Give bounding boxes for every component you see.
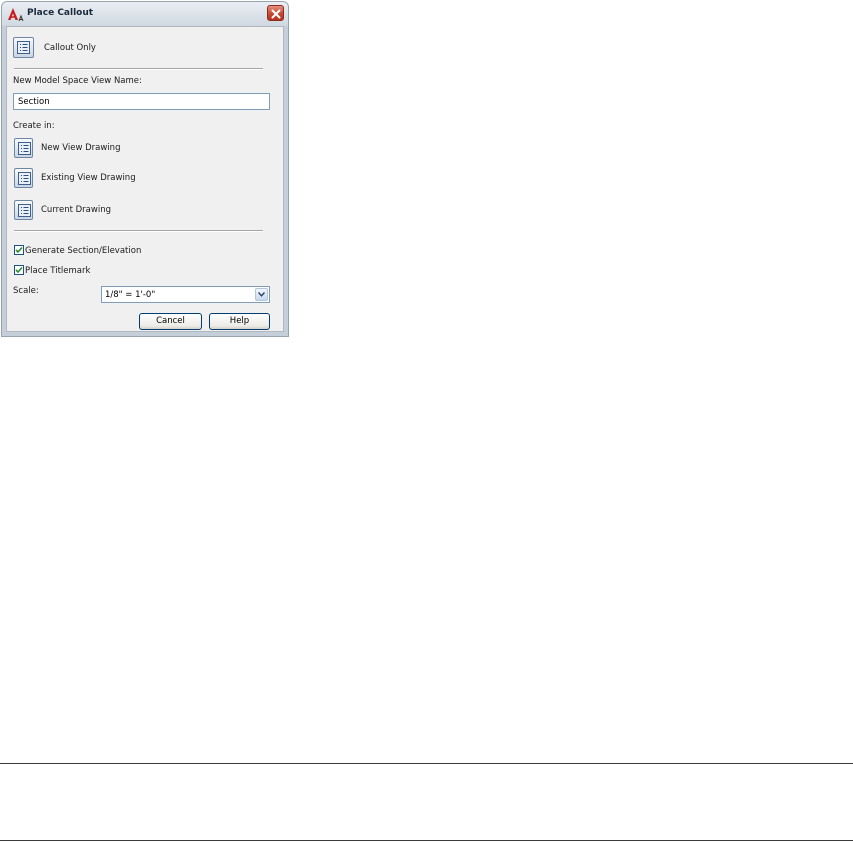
place-titlemark-checkbox[interactable] xyxy=(14,265,24,275)
close-button[interactable] xyxy=(267,5,284,21)
generate-section-label: Generate Section/Elevation xyxy=(25,246,142,256)
chevron-down-icon xyxy=(258,292,265,297)
dropdown-button[interactable] xyxy=(255,288,268,301)
close-icon xyxy=(271,9,281,18)
title-bar[interactable]: Place Callout xyxy=(2,2,288,26)
existing-view-drawing-label: Existing View Drawing xyxy=(41,173,136,183)
separator xyxy=(14,230,263,232)
drawing-icon xyxy=(18,142,31,155)
cancel-button[interactable]: Cancel xyxy=(139,313,202,330)
callout-only-label: Callout Only xyxy=(44,43,96,53)
place-callout-dialog: Place Callout Callout Only New Model Spa… xyxy=(1,1,289,337)
callout-icon xyxy=(17,41,30,54)
drawing-icon xyxy=(18,172,31,185)
dialog-body: Callout Only New Model Space View Name: … xyxy=(6,26,284,332)
scale-value: 1/8" = 1'-0" xyxy=(105,290,156,300)
create-in-label: Create in: xyxy=(13,121,55,131)
page-divider-bottom xyxy=(0,840,853,841)
generate-section-checkbox[interactable] xyxy=(14,245,24,255)
current-drawing-button[interactable] xyxy=(14,200,33,220)
view-name-input[interactable]: Section xyxy=(13,93,270,110)
view-name-label: New Model Space View Name: xyxy=(13,76,142,86)
checkmark-icon xyxy=(15,246,23,254)
scale-select[interactable]: 1/8" = 1'-0" xyxy=(101,286,270,303)
separator xyxy=(14,68,263,70)
page-divider-top xyxy=(0,763,853,764)
checkmark-icon xyxy=(15,266,23,274)
help-button[interactable]: Help xyxy=(209,313,270,330)
callout-only-button[interactable] xyxy=(13,37,34,58)
scale-label: Scale: xyxy=(13,286,39,296)
existing-view-drawing-button[interactable] xyxy=(14,168,33,188)
new-view-drawing-label: New View Drawing xyxy=(41,143,121,153)
drawing-icon xyxy=(18,204,31,217)
autocad-app-icon xyxy=(7,6,25,22)
place-titlemark-label: Place Titlemark xyxy=(25,266,91,276)
new-view-drawing-button[interactable] xyxy=(14,138,33,158)
window-title: Place Callout xyxy=(27,8,94,18)
current-drawing-label: Current Drawing xyxy=(41,205,111,215)
